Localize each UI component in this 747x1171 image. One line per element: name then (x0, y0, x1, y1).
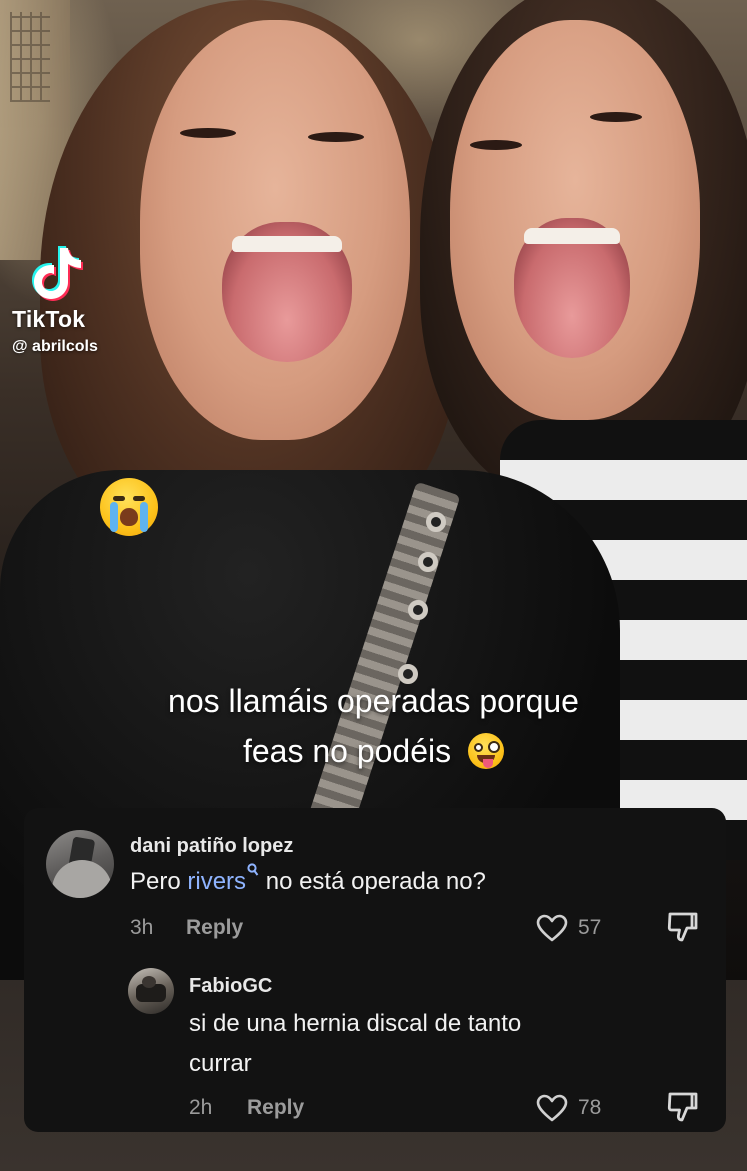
comment-text: Pero rivers no está operada no? (130, 862, 486, 902)
comment-text-line: si de una hernia discal de tanto (189, 1010, 522, 1037)
comment-username[interactable]: FabioGC (189, 975, 272, 998)
comment-text-part: Pero (130, 868, 188, 895)
comment-text-part: no está operada no? (259, 868, 486, 895)
mention-link[interactable]: rivers (187, 868, 246, 895)
caption-line-2-text: feas no podéis (242, 733, 452, 769)
right-person-teeth (524, 228, 620, 244)
left-person-eye (308, 132, 364, 142)
reply-button[interactable]: Reply (247, 1096, 304, 1120)
right-person-eye (470, 140, 522, 150)
left-person-eye (180, 128, 236, 138)
caption-line-1: nos llamáis operadas porque (168, 683, 579, 719)
tiktok-watermark-brand: TikTok (12, 306, 86, 332)
left-person-teeth (232, 236, 342, 252)
comment-timestamp: 3h (130, 916, 154, 939)
reply-button[interactable]: Reply (186, 916, 243, 940)
comment-text-line: currar (189, 1050, 252, 1077)
like-count: 78 (578, 1096, 602, 1119)
tiktok-watermark-handle: @ abrilcols (12, 338, 98, 355)
avatar[interactable] (128, 968, 174, 1014)
caption-line-2: feas no podéis (0, 726, 747, 776)
comment-text: si de una hernia discal de tanto currar (189, 1004, 521, 1084)
loudly-crying-emoji-icon (100, 478, 158, 536)
heart-icon[interactable] (536, 914, 568, 942)
strap-grommet (418, 552, 438, 572)
dislike-icon[interactable] (666, 1090, 698, 1124)
like-count: 57 (578, 916, 602, 939)
video-caption: nos llamáis operadas porque feas no podé… (0, 676, 747, 776)
strap-grommet (408, 600, 428, 620)
heart-icon[interactable] (536, 1094, 568, 1122)
zany-face-emoji-icon (468, 732, 505, 769)
comments-panel: dani patiño lopez Pero rivers no está op… (24, 808, 726, 1132)
search-icon[interactable] (247, 863, 259, 877)
right-person-eye (590, 112, 642, 122)
tiktok-logo-icon (32, 246, 83, 301)
dislike-icon[interactable] (666, 910, 698, 944)
avatar[interactable] (46, 830, 114, 898)
strap-grommet (426, 512, 446, 532)
comment-username[interactable]: dani patiño lopez (130, 835, 293, 858)
comment-timestamp: 2h (189, 1096, 213, 1119)
screen: TikTok @ abrilcols nos llamáis operadas … (0, 0, 747, 1171)
